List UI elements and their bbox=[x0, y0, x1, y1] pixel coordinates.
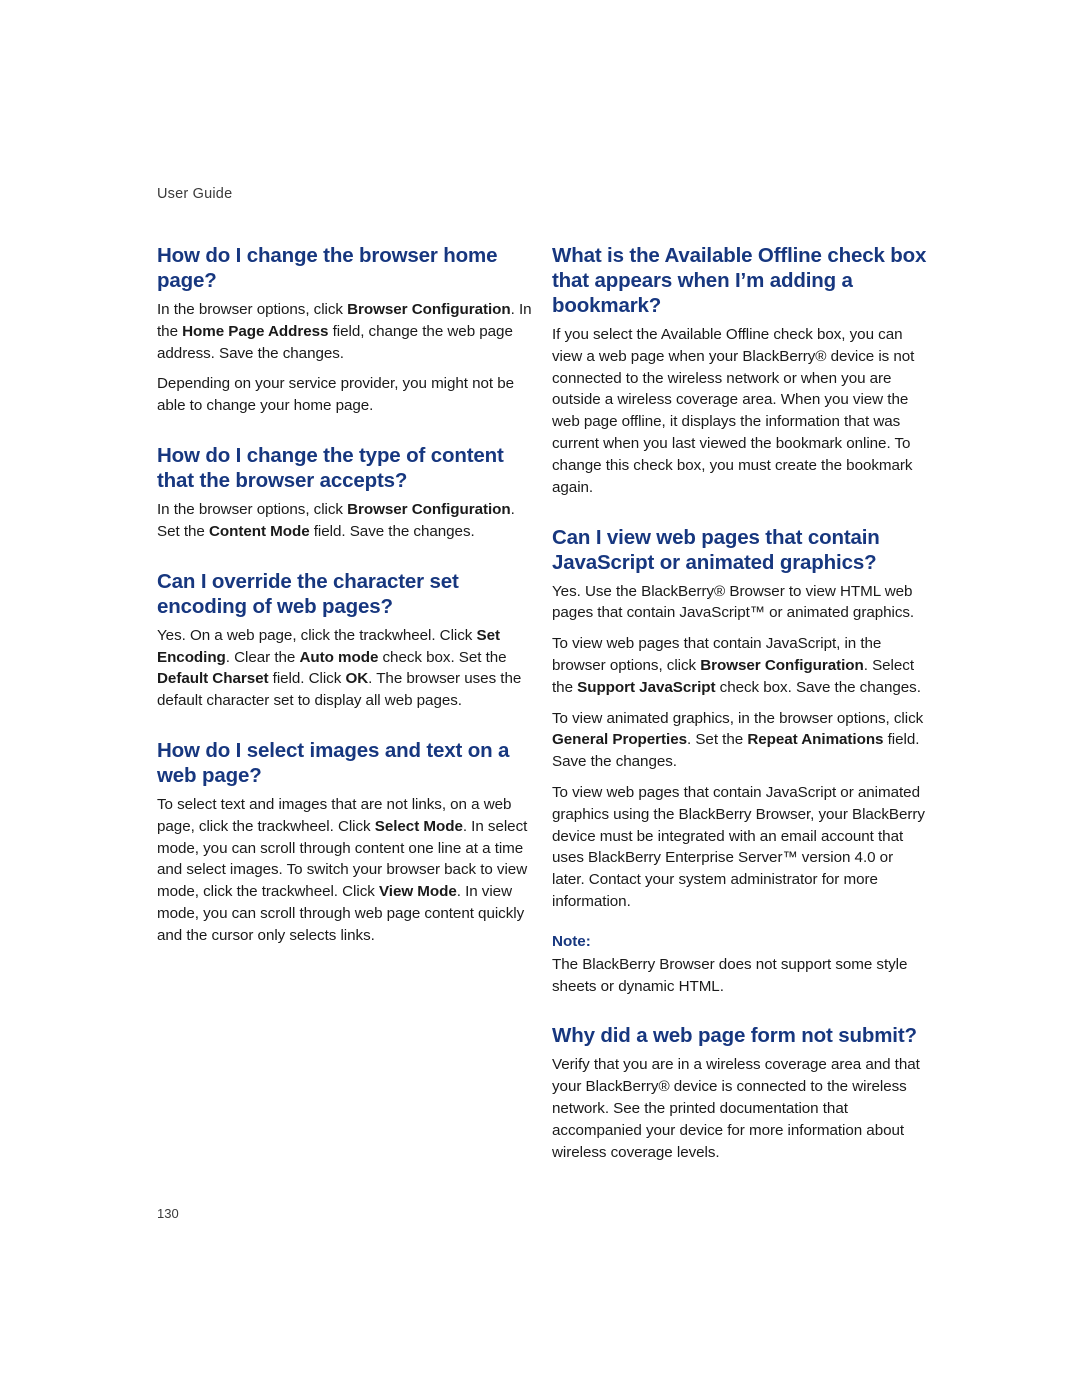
faq-section: How do I change the browser home page? In… bbox=[157, 243, 532, 417]
faq-section: How do I change the type of content that… bbox=[157, 443, 532, 543]
text-run: If you select the Available Offline chec… bbox=[552, 326, 915, 496]
ui-term-bold: Repeat Animations bbox=[747, 731, 884, 749]
note-text: The BlackBerry Browser does not support … bbox=[552, 955, 908, 995]
document-page: User Guide How do I change the browser h… bbox=[0, 0, 1080, 1397]
section-heading: How do I select images and text on a web… bbox=[157, 738, 510, 787]
ui-term-bold: Default Charset bbox=[157, 670, 269, 688]
section-heading: Why did a web page form not submit? bbox=[552, 1024, 917, 1048]
text-run: . Clear the bbox=[225, 648, 300, 666]
body-paragraph: To view animated graphics, in the browse… bbox=[552, 708, 927, 773]
text-run: To view animated graphics, in the browse… bbox=[552, 709, 924, 727]
running-head: User Guide bbox=[157, 186, 233, 202]
text-run: Yes. On a web page, click the trackwheel… bbox=[157, 626, 477, 644]
ui-term-bold: General Properties bbox=[552, 731, 688, 749]
ui-term-bold: Auto mode bbox=[299, 648, 379, 666]
body-paragraph: To select text and images that are not l… bbox=[157, 794, 532, 947]
text-run: Verify that you are in a wireless covera… bbox=[552, 1056, 920, 1161]
ui-term-bold: Home Page Address bbox=[182, 322, 329, 340]
faq-section: Can I override the character set encodin… bbox=[157, 569, 532, 712]
ui-term-bold: Select Mode bbox=[374, 817, 463, 835]
body-paragraph: Verify that you are in a wireless covera… bbox=[552, 1054, 927, 1163]
faq-section: How do I select images and text on a web… bbox=[157, 738, 532, 947]
ui-term-bold: View Mode bbox=[378, 883, 457, 901]
section-heading: Can I override the character set encodin… bbox=[157, 569, 459, 618]
text-run: To view web pages that contain JavaScrip… bbox=[552, 784, 925, 911]
left-column: How do I change the browser home page? In… bbox=[157, 243, 532, 947]
body-paragraph: In the browser options, click Browser Co… bbox=[157, 299, 532, 364]
section-heading: How do I change the browser home page? bbox=[157, 244, 498, 292]
section-heading: Can I view web pages that contain JavaSc… bbox=[552, 525, 880, 574]
text-run: field. Save the changes. bbox=[309, 522, 475, 540]
faq-section: What is the Available Offline check box … bbox=[552, 243, 927, 499]
faq-section: Why did a web page form not submit? Verif… bbox=[552, 1023, 927, 1163]
body-paragraph: Depending on your service provider, you … bbox=[157, 373, 532, 417]
ui-term-bold: Browser Configuration bbox=[347, 301, 511, 318]
body-paragraph: To view web pages that contain JavaScrip… bbox=[552, 633, 927, 698]
note-label: Note: bbox=[552, 932, 591, 950]
text-run: Depending on your service provider, you … bbox=[157, 375, 515, 415]
right-column: What is the Available Offline check box … bbox=[552, 243, 927, 1163]
body-paragraph: Yes. On a web page, click the trackwheel… bbox=[157, 625, 532, 712]
ui-term-bold: Support JavaScript bbox=[577, 678, 716, 696]
body-paragraph: If you select the Available Offline chec… bbox=[552, 324, 927, 499]
text-run: check box. Set the bbox=[378, 648, 507, 666]
page-number: 130 bbox=[157, 1206, 179, 1221]
body-paragraph: To view web pages that contain JavaScrip… bbox=[552, 782, 927, 913]
ui-term-bold: Browser Configuration bbox=[347, 501, 511, 519]
text-run: In the browser options, click bbox=[157, 301, 348, 318]
faq-section: Can I view web pages that contain JavaSc… bbox=[552, 525, 927, 998]
body-paragraph: Yes. Use the BlackBerry® Browser to view… bbox=[552, 581, 927, 625]
ui-term-bold: Browser Configuration bbox=[700, 656, 864, 674]
section-heading: How do I change the type of content that… bbox=[157, 444, 504, 493]
text-run: field. Click bbox=[268, 670, 346, 688]
text-run: check box. Save the changes. bbox=[715, 678, 921, 696]
ui-term-bold: Content Mode bbox=[208, 522, 310, 540]
text-run: In the browser options, click bbox=[157, 501, 348, 519]
ui-term-bold: OK bbox=[345, 670, 369, 688]
section-heading: What is the Available Offline check box … bbox=[552, 244, 927, 317]
text-run: . Set the bbox=[687, 731, 748, 749]
two-column-body: How do I change the browser home page? In… bbox=[157, 243, 927, 1163]
body-paragraph: In the browser options, click Browser Co… bbox=[157, 499, 532, 543]
text-run: Yes. Use the BlackBerry® Browser to view… bbox=[552, 582, 915, 622]
